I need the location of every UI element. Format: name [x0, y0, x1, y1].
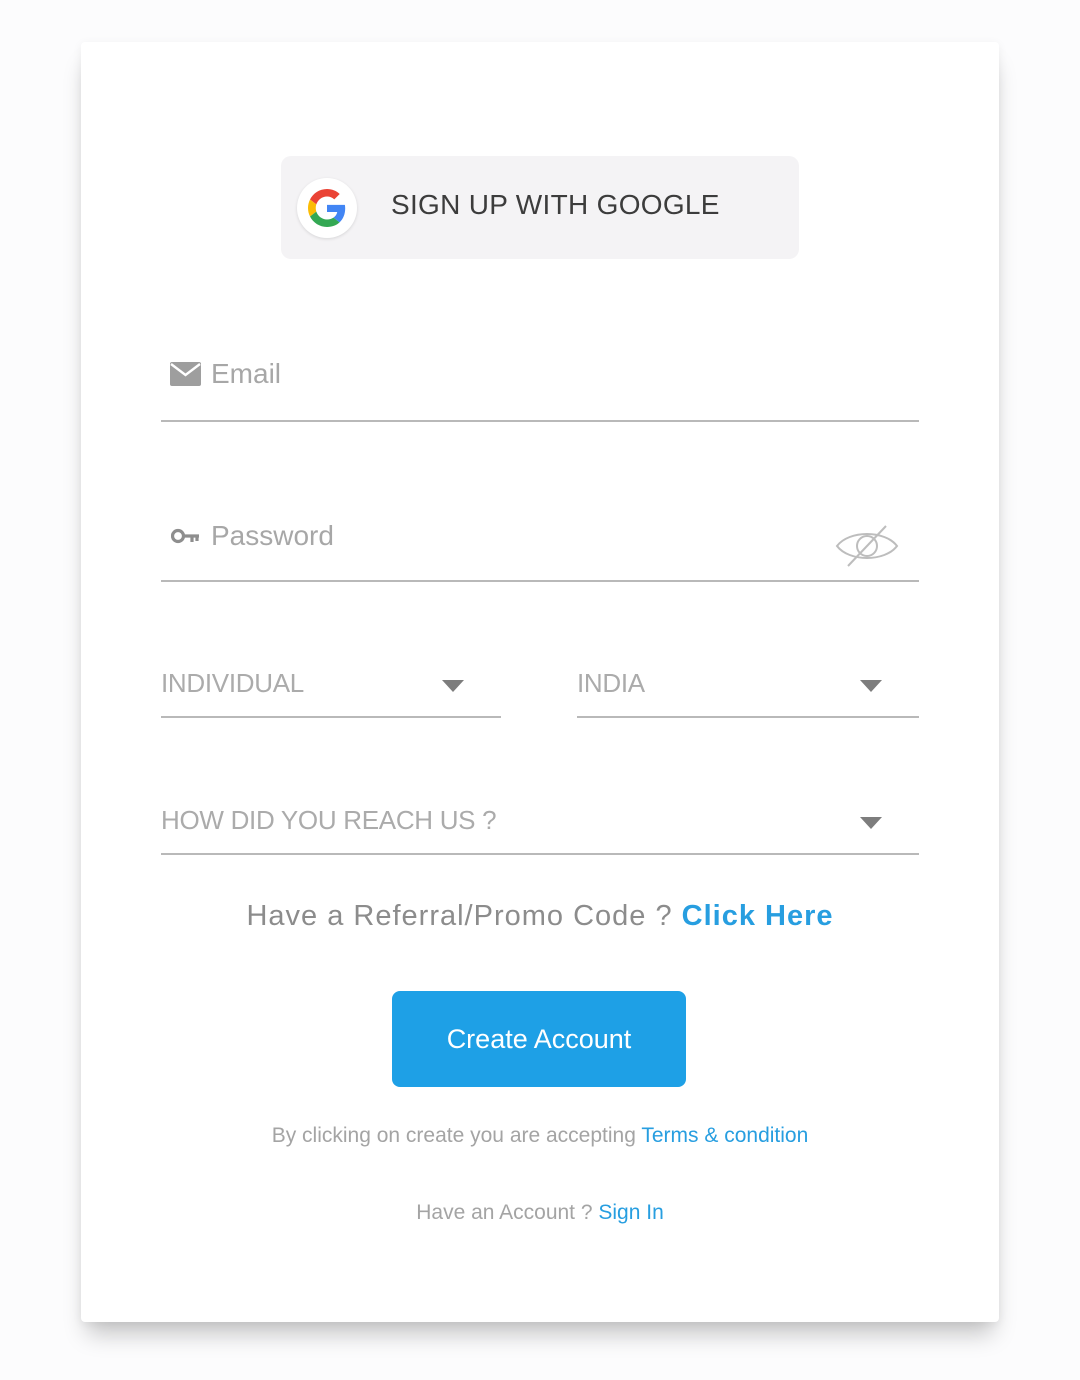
- google-signup-label: SIGN UP WITH GOOGLE: [391, 189, 720, 220]
- signin-prompt: Have an Account ? Sign In: [81, 1201, 999, 1225]
- eye-slash-icon[interactable]: [835, 522, 899, 570]
- chevron-down-icon: [860, 817, 882, 829]
- terms-text: By clicking on create you are accepting: [271, 1124, 636, 1147]
- chevron-down-icon: [860, 680, 882, 692]
- account-type-value: INDIVIDUAL: [161, 668, 304, 698]
- google-logo-icon: [297, 178, 357, 238]
- referral-prompt-text: Have a Referral/Promo Code ?: [246, 900, 673, 932]
- password-placeholder: Password: [211, 520, 334, 551]
- referral-click-here-link[interactable]: Click Here: [682, 900, 834, 932]
- country-select[interactable]: INDIA: [577, 660, 919, 718]
- terms-notice: By clicking on create you are accepting …: [81, 1124, 999, 1148]
- password-field[interactable]: Password: [161, 504, 919, 582]
- envelope-icon: [170, 362, 201, 386]
- account-type-select[interactable]: INDIVIDUAL: [161, 660, 501, 718]
- chevron-down-icon: [442, 680, 464, 692]
- signin-text: Have an Account ?: [416, 1201, 593, 1224]
- referral-prompt: Have a Referral/Promo Code ? Click Here: [81, 900, 999, 933]
- google-signup-button[interactable]: SIGN UP WITH GOOGLE: [281, 156, 799, 259]
- signup-card: SIGN UP WITH GOOGLE Email Password INDIV…: [81, 42, 999, 1322]
- email-field[interactable]: Email: [161, 342, 919, 422]
- country-value: INDIA: [577, 668, 645, 698]
- create-account-button[interactable]: Create Account: [392, 991, 686, 1087]
- reach-source-select[interactable]: HOW DID YOU REACH US ?: [161, 797, 919, 855]
- email-placeholder: Email: [211, 358, 282, 389]
- terms-link[interactable]: Terms & condition: [641, 1124, 808, 1147]
- key-icon: [171, 528, 201, 546]
- reach-source-placeholder: HOW DID YOU REACH US ?: [161, 805, 497, 835]
- signin-link[interactable]: Sign In: [598, 1201, 663, 1224]
